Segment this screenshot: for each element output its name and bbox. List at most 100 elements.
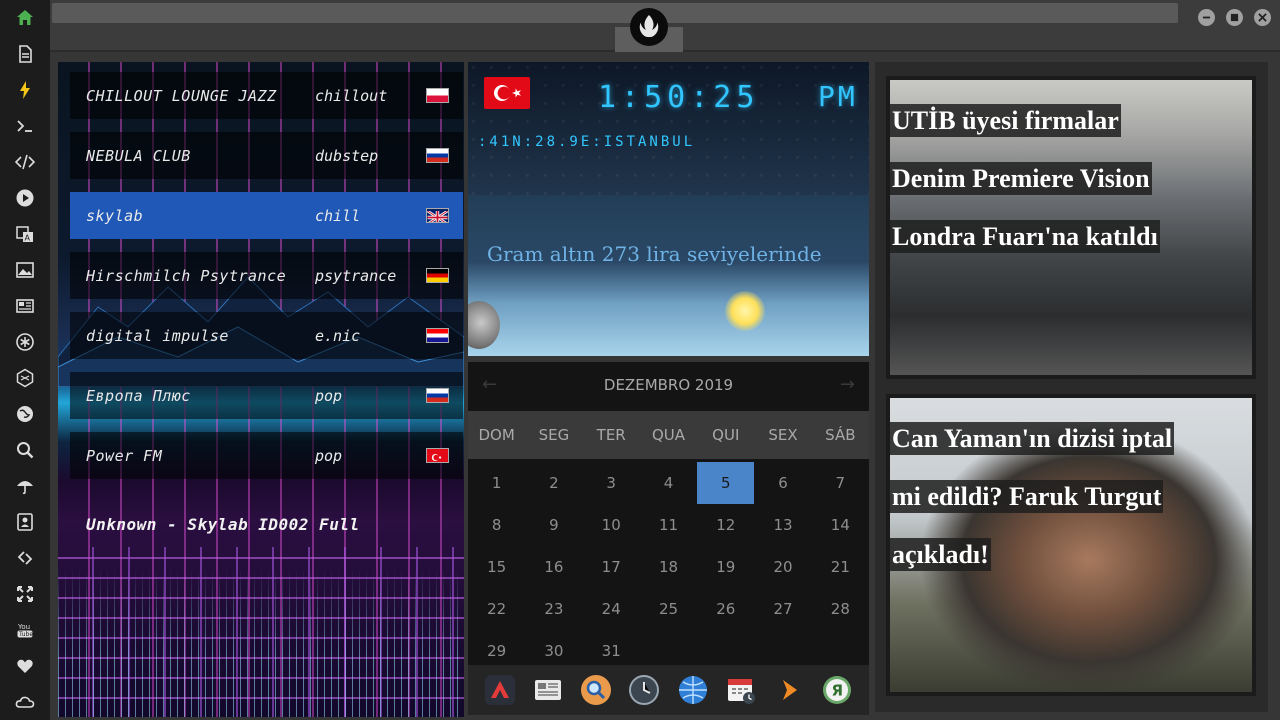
station-name: Power FM [86,446,163,465]
croatia-flag-icon [426,328,449,343]
calendar-day[interactable]: 2 [525,462,582,504]
calendar-day[interactable]: 22 [468,588,525,630]
heart-icon[interactable] [0,648,50,684]
search-icon[interactable] [0,432,50,468]
station-name: Hirschmilch Psytrance [86,266,287,285]
asterisk-icon[interactable] [0,324,50,360]
calendar-day[interactable]: 1 [468,462,525,504]
russia-flag-icon [426,148,449,163]
station-row[interactable]: Европа Плюс pop [70,372,463,419]
calendar-day[interactable]: 8 [468,504,525,546]
news-card[interactable]: Can Yaman'ın dizisi iptal mi edildi? Far… [886,394,1256,696]
turkey-flag-icon [484,77,530,109]
station-row[interactable]: NEBULA CLUB dubstep [70,132,463,179]
calendar-day[interactable]: 25 [640,588,697,630]
moon-icon [468,301,500,349]
code-icon[interactable] [0,144,50,180]
arrow-app-icon[interactable] [773,674,805,706]
globe-icon[interactable] [0,396,50,432]
close-icon[interactable] [1254,9,1271,26]
weekday-label: QUA [651,426,685,444]
calendar-day[interactable]: 26 [697,588,754,630]
contact-card-icon[interactable] [0,504,50,540]
station-row-active[interactable]: skylab chill [70,192,463,239]
youtube-icon[interactable]: You Tube [0,612,50,648]
svg-text:Я: Я [831,682,843,700]
station-row[interactable]: Hirschmilch Psytrance psytrance [70,252,463,299]
calendar-day[interactable]: 18 [640,546,697,588]
station-row[interactable]: Power FM pop [70,432,463,479]
calendar-day[interactable]: 21 [812,546,869,588]
station-genre: psytrance [315,266,397,285]
station-row[interactable]: CHILLOUT LOUNGE JAZZ chillout [70,72,463,119]
app-dock: Я [468,665,869,715]
red-triangle-app-icon[interactable] [484,674,516,706]
svg-text:You: You [17,623,30,631]
play-icon[interactable] [0,180,50,216]
translate-icon[interactable]: A [0,216,50,252]
calendar-day-today[interactable]: 5 [697,462,755,504]
next-month-icon[interactable]: → [840,374,855,395]
document-icon[interactable] [0,36,50,72]
hexagon-icon[interactable] [0,360,50,396]
uk-flag-icon [426,208,449,223]
svg-text:Tube: Tube [18,631,33,638]
calendar-week: 1 2 3 4 5 6 7 [468,462,869,504]
news-card[interactable]: UTİB üyesi firmalar Denim Premiere Visio… [886,76,1256,379]
image-icon[interactable] [0,252,50,288]
minimize-icon[interactable] [1198,9,1215,26]
calendar-day[interactable]: 15 [468,546,525,588]
newspaper-app-icon[interactable] [532,674,564,706]
prev-month-icon[interactable]: ← [482,374,497,395]
calendar-day[interactable]: 23 [525,588,582,630]
clock-app-icon[interactable] [628,674,660,706]
station-genre: chill [315,206,361,225]
calendar-day[interactable]: 7 [812,462,869,504]
calendar-day[interactable]: 19 [697,546,754,588]
calendar-day[interactable]: 9 [525,504,582,546]
calendar-day[interactable]: 28 [812,588,869,630]
lightning-icon[interactable] [0,72,50,108]
calendar-day[interactable]: 17 [583,546,640,588]
calendar-day[interactable]: 4 [640,462,697,504]
news-ticker: Gram altın 273 lira seviyelerinde [487,242,822,266]
clock-weather-panel: 1:50:25 PM :41N:28.9E:ISTANBUL Gram altı… [468,62,869,356]
maximize-icon[interactable] [1226,9,1243,26]
home-icon[interactable] [0,0,50,36]
station-genre: e.nic [315,326,361,345]
calendar-day[interactable]: 13 [754,504,811,546]
cloud-icon[interactable] [0,684,50,720]
calendar-day[interactable]: 27 [754,588,811,630]
calendar-day[interactable]: 24 [583,588,640,630]
russia-flag-icon [426,388,449,403]
calendar-day[interactable]: 20 [754,546,811,588]
poland-flag-icon [426,88,449,103]
address-field[interactable] [52,3,1178,23]
calendar-day[interactable]: 14 [812,504,869,546]
link-icon[interactable] [0,540,50,576]
magnifier-app-icon[interactable] [580,674,612,706]
calendar-day[interactable]: 6 [754,462,811,504]
calendar-day[interactable]: 11 [640,504,697,546]
station-genre: chillout [315,86,388,105]
germany-flag-icon [426,268,449,283]
expand-icon[interactable] [0,576,50,612]
yandex-app-icon[interactable]: Я [821,674,853,706]
umbrella-icon[interactable] [0,468,50,504]
now-playing-title: Unknown - Skylab ID002 Full [86,515,360,534]
calendar-day[interactable]: 16 [525,546,582,588]
station-name: CHILLOUT LOUNGE JAZZ [86,86,277,105]
calendar-day[interactable]: 3 [583,462,640,504]
globe-app-icon[interactable] [677,674,709,706]
news-icon[interactable] [0,288,50,324]
calendar-app-icon[interactable] [725,674,757,706]
equalizer-bars [58,567,464,717]
desktop-root: A You Tube CHILLOUT LOUNGE JAZZ chillout… [0,0,1280,720]
calendar-widget: ← DEZEMBRO 2019 → DOM SEG TER QUA QUI SE… [468,362,869,665]
station-row[interactable]: digital impulse e.nic [70,312,463,359]
rebel-alliance-icon[interactable] [630,8,668,46]
calendar-day[interactable]: 12 [697,504,754,546]
terminal-icon[interactable] [0,108,50,144]
calendar-day[interactable]: 10 [583,504,640,546]
clock-ampm: PM [818,80,858,113]
